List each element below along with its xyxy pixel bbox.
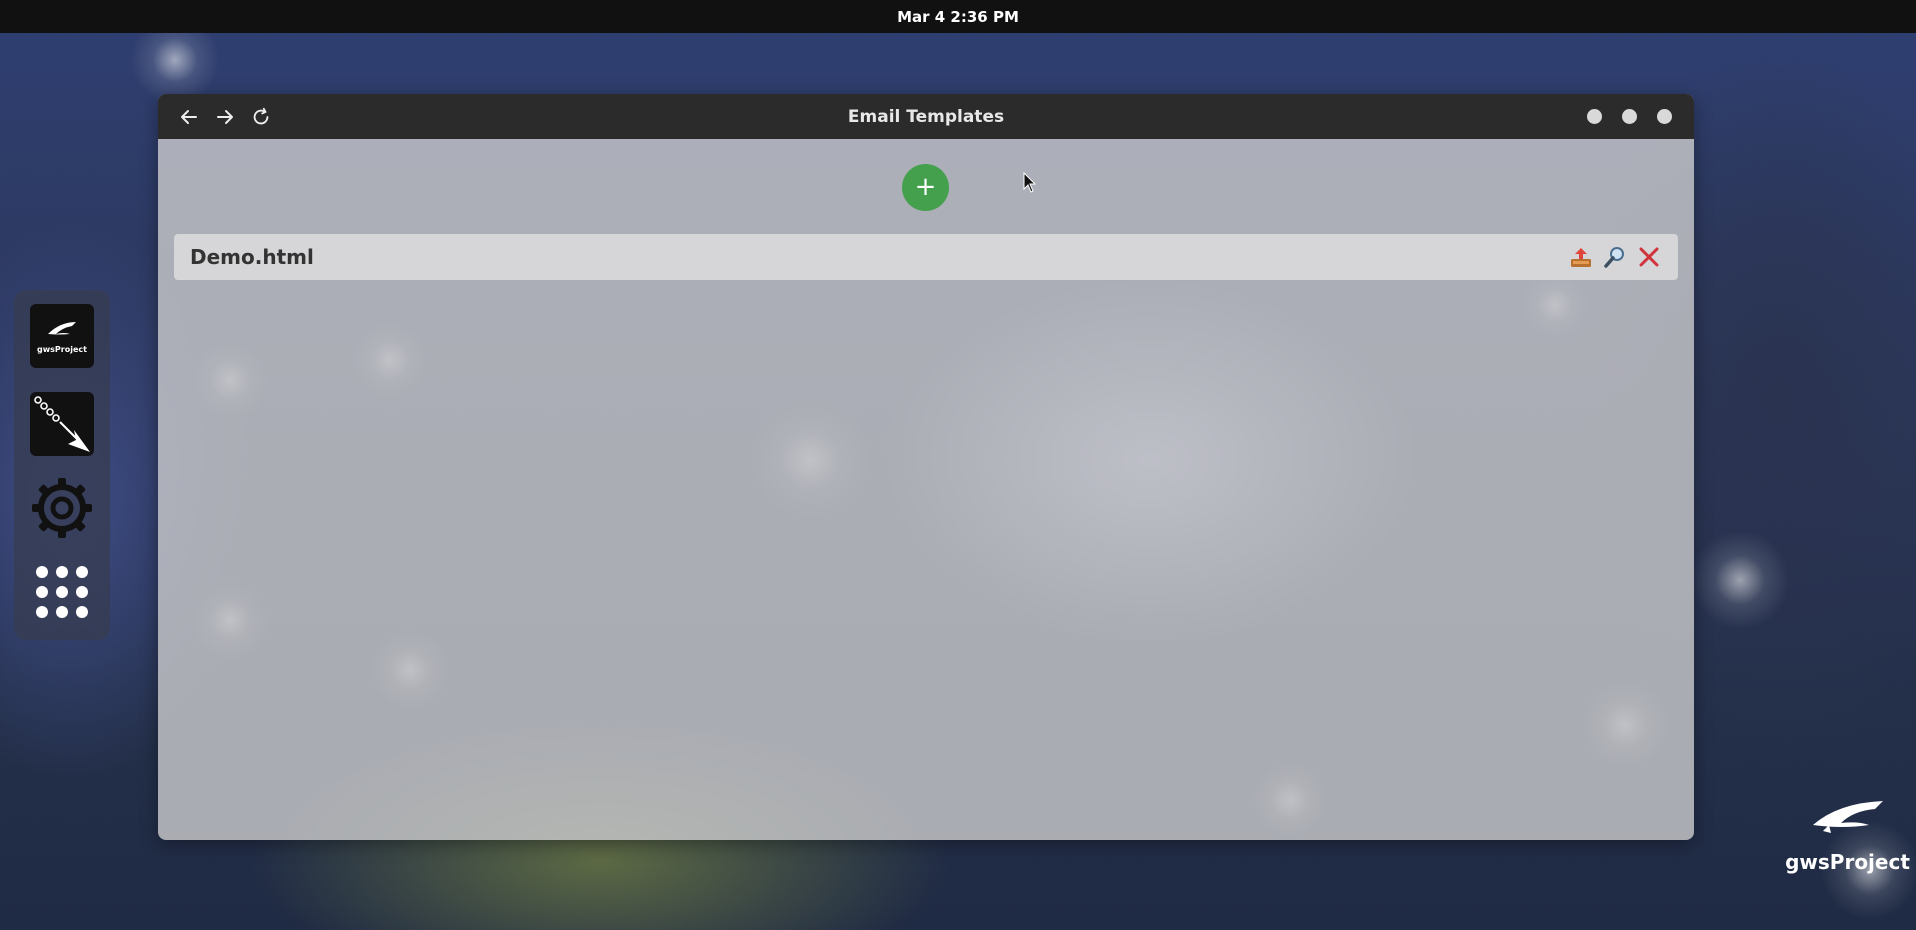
- wallpaper-orb: [1690, 530, 1790, 630]
- window-controls: [1587, 94, 1672, 139]
- add-template-button[interactable]: +: [902, 164, 949, 211]
- chain-arrow-icon: [34, 396, 90, 452]
- arrow-right-icon: [217, 109, 233, 124]
- window-titlebar[interactable]: Email Templates: [158, 94, 1694, 139]
- window-nav: [158, 106, 272, 128]
- grid-dots-icon: [36, 566, 88, 618]
- upload-button[interactable]: [1568, 244, 1594, 270]
- desktop-brand: gwsProject: [1780, 795, 1915, 874]
- dock-item-apps[interactable]: [30, 560, 94, 624]
- system-top-bar: Mar 4 2:36 PM: [0, 0, 1916, 33]
- reload-button[interactable]: [250, 106, 272, 128]
- maximize-button[interactable]: [1622, 109, 1637, 124]
- reload-icon: [253, 107, 269, 124]
- minimize-button[interactable]: [1587, 109, 1602, 124]
- delete-button[interactable]: [1636, 244, 1662, 270]
- dock-item-gwsproject[interactable]: gwsProject: [30, 304, 94, 368]
- back-button[interactable]: [178, 106, 200, 128]
- template-name[interactable]: Demo.html: [174, 245, 1568, 269]
- dock-item-chain-arrow[interactable]: [30, 392, 94, 456]
- desktop-brand-label: gwsProject: [1785, 850, 1910, 874]
- dock-item-settings[interactable]: [30, 476, 94, 540]
- search-icon: [1604, 247, 1624, 268]
- gwsproject-logo-icon: gwsProject: [37, 322, 87, 354]
- close-button[interactable]: [1657, 109, 1672, 124]
- window-title: Email Templates: [847, 106, 1005, 127]
- arrow-left-icon: [181, 109, 197, 124]
- preview-button[interactable]: [1602, 244, 1628, 270]
- gear-icon: [32, 478, 92, 538]
- email-templates-window: Email Templates + Demo.html: [158, 94, 1694, 840]
- template-actions: [1568, 244, 1678, 270]
- forward-button[interactable]: [214, 106, 236, 128]
- system-clock[interactable]: Mar 4 2:36 PM: [897, 8, 1019, 26]
- dock-logo-label: gwsProject: [37, 345, 87, 354]
- template-row[interactable]: Demo.html: [174, 234, 1678, 280]
- app-dock: gwsProject: [14, 290, 110, 640]
- gwsproject-logo-icon: [1812, 801, 1883, 833]
- upload-icon: [1571, 248, 1591, 267]
- delete-icon: [1639, 247, 1659, 267]
- mouse-cursor-icon: [1023, 172, 1037, 193]
